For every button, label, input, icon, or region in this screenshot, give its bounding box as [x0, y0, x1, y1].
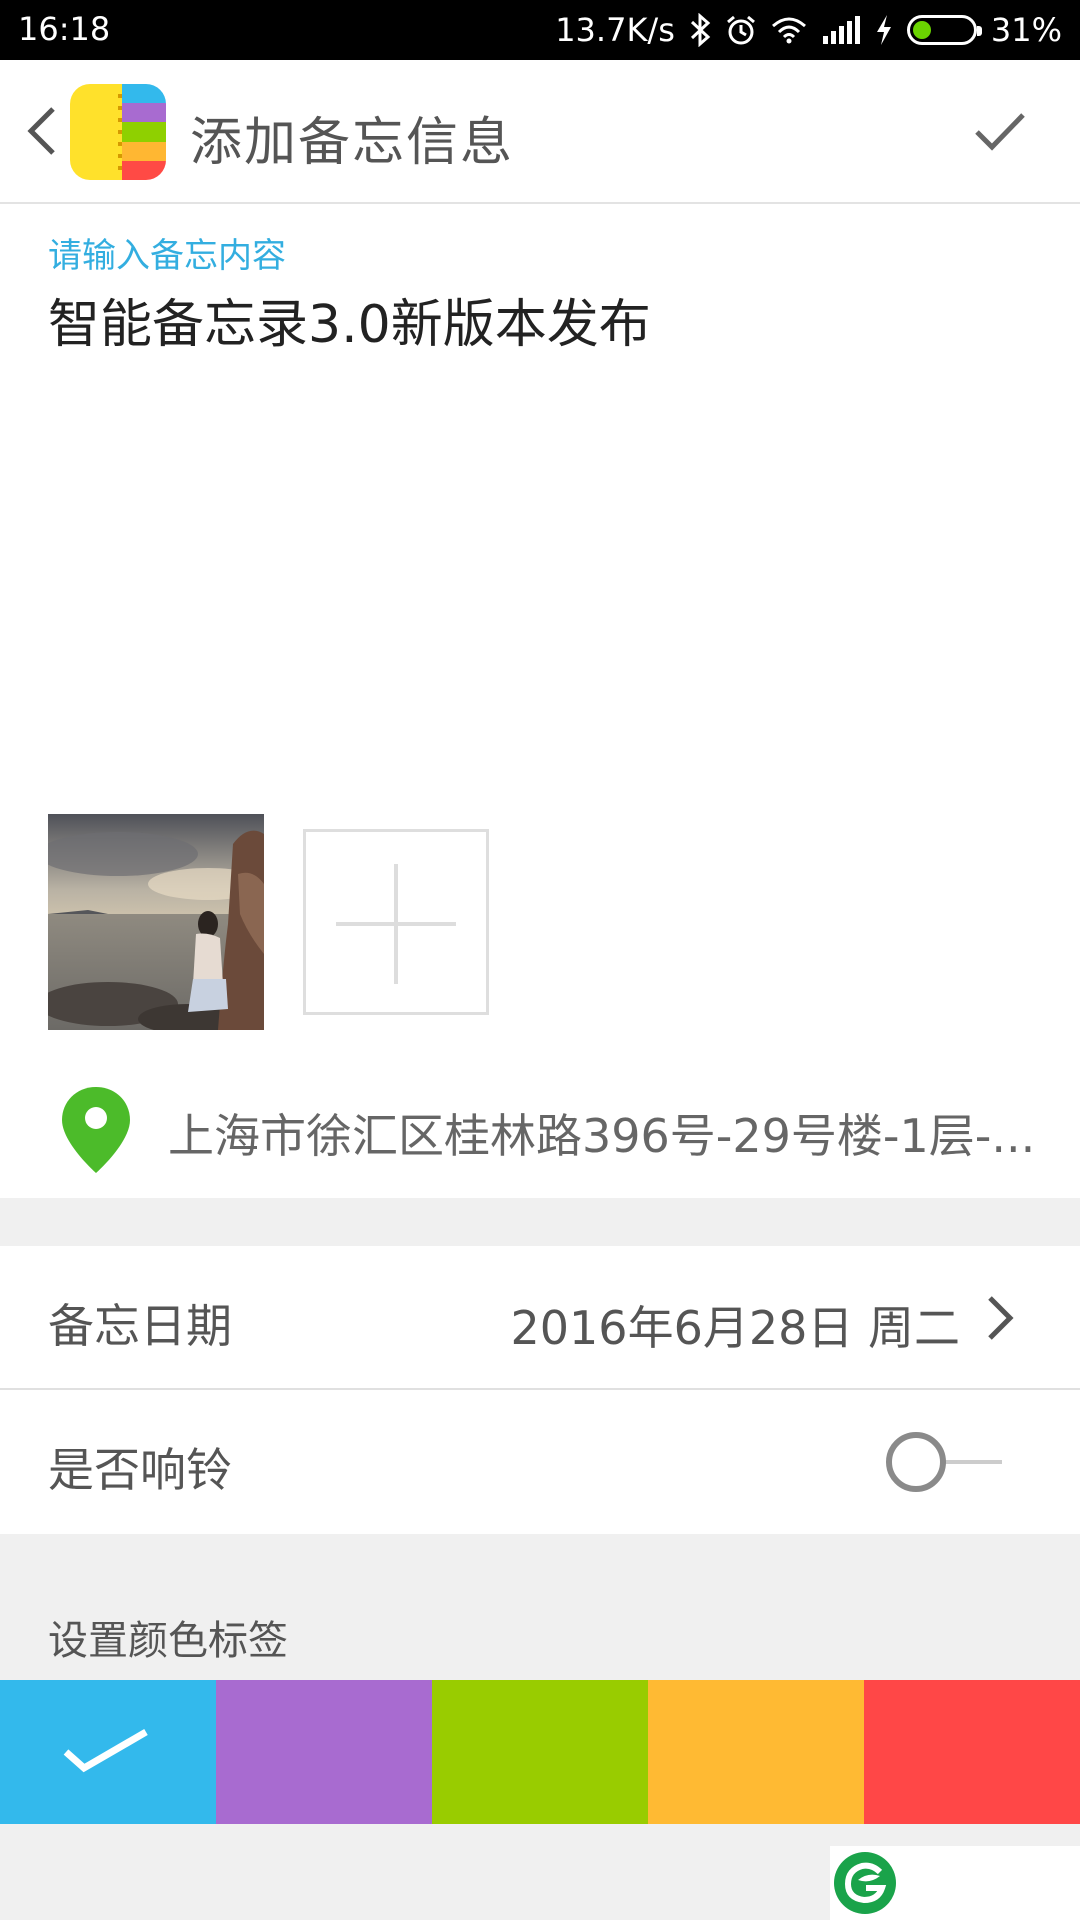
status-icons: 13.7K/s 31%	[555, 8, 1062, 52]
watermark-logo-icon	[834, 1852, 896, 1914]
bluetooth-icon	[689, 8, 711, 52]
location-address: 上海市徐汇区桂林路396号-29号楼-1层-...	[168, 1109, 1036, 1163]
memo-content-input[interactable]: 智能备忘录3.0新版本发布	[48, 282, 651, 357]
memo-hint-label: 请输入备忘内容	[48, 236, 286, 276]
charging-icon	[875, 8, 893, 52]
memo-date-row[interactable]: 备忘日期 2016年6月28日 周二	[0, 1246, 1080, 1390]
logo-stripe	[122, 122, 166, 142]
location-row[interactable]: 上海市徐汇区桂林路396号-29号楼-1层-...	[0, 1080, 1080, 1190]
alarm-icon	[725, 8, 757, 52]
toggle-knob	[886, 1432, 946, 1492]
color-swatch-blue[interactable]	[0, 1680, 216, 1824]
selected-check-icon	[62, 1726, 150, 1778]
status-time: 16:18	[18, 10, 111, 48]
memo-date-value: 2016年6月28日 周二	[510, 1301, 961, 1355]
battery-icon	[906, 15, 982, 45]
signal-icon	[821, 8, 861, 52]
status-bar: 16:18 13.7K/s 31%	[0, 0, 1080, 60]
logo-stripes	[122, 84, 166, 180]
logo-stripe	[122, 84, 166, 104]
watermark-badge	[830, 1846, 1080, 1920]
page-title: 添加备忘信息	[190, 113, 515, 173]
wifi-icon	[771, 8, 807, 52]
back-button[interactable]	[14, 96, 70, 166]
section-divider	[0, 1198, 1080, 1246]
app-bar: 添加备忘信息	[0, 60, 1080, 204]
logo-stripe	[122, 141, 166, 161]
logo-stripe	[122, 103, 166, 123]
photo-image	[48, 814, 264, 1030]
color-swatch-list	[0, 1680, 1080, 1824]
ring-label: 是否响铃	[48, 1443, 232, 1497]
confirm-button[interactable]	[968, 100, 1032, 164]
checkmark-icon	[975, 113, 1025, 151]
color-swatch-red[interactable]	[864, 1680, 1080, 1824]
memo-date-label: 备忘日期	[48, 1299, 232, 1353]
location-pin-icon	[62, 1087, 130, 1173]
color-swatch-purple[interactable]	[216, 1680, 432, 1824]
logo-cover	[70, 84, 122, 180]
app-logo	[70, 84, 166, 180]
chevron-right-icon	[980, 1292, 1020, 1344]
color-tag-title: 设置颜色标签	[48, 1618, 288, 1664]
ring-row: 是否响铃	[0, 1390, 1080, 1534]
attached-photo[interactable]	[48, 814, 264, 1030]
add-photo-button[interactable]	[303, 829, 489, 1015]
logo-stripe	[122, 160, 166, 180]
chevron-left-icon	[27, 107, 55, 155]
color-swatch-orange[interactable]	[648, 1680, 864, 1824]
color-swatch-green[interactable]	[432, 1680, 648, 1824]
ring-toggle[interactable]	[886, 1432, 1006, 1492]
battery-percent: 31%	[990, 11, 1062, 49]
network-speed: 13.7K/s	[555, 11, 675, 49]
